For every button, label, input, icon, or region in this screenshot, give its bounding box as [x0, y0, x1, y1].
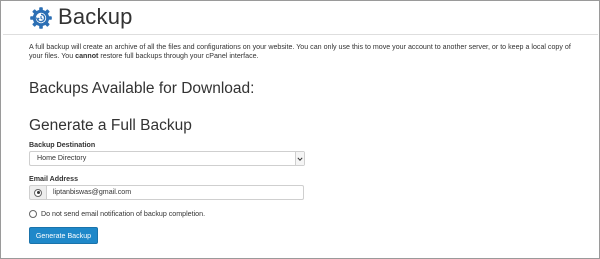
no-email-option[interactable]: Do not send email notification of backup…: [29, 210, 205, 218]
no-email-radio-button[interactable]: [29, 210, 37, 218]
description-line2-suffix: restore full backups through your cPanel…: [100, 52, 259, 60]
backups-available-heading: Backups Available for Download:: [29, 80, 255, 97]
description-emphasis: cannot: [75, 52, 99, 60]
page-description: A full backup will create an archive of …: [29, 43, 594, 61]
description-line1: A full backup will create an archive of …: [29, 43, 571, 51]
no-email-option-label: Do not send email notification of backup…: [41, 210, 206, 218]
backup-page: Backup A full backup will create an arch…: [0, 0, 600, 259]
email-radio-button[interactable]: [34, 188, 42, 197]
backup-destination-value: Home Directory: [37, 154, 87, 162]
email-radio-addon[interactable]: [29, 185, 47, 200]
page-header: Backup: [29, 2, 589, 32]
backup-gear-icon: [30, 6, 52, 29]
header-divider: [3, 34, 598, 35]
generate-backup-heading: Generate a Full Backup: [29, 117, 192, 134]
chevron-down-icon-glyph: [297, 156, 303, 161]
backup-destination-select[interactable]: Home Directory: [29, 151, 305, 166]
chevron-down-icon[interactable]: [295, 152, 304, 165]
backup-destination-label: Backup Destination: [29, 141, 96, 149]
generate-backup-button[interactable]: Generate Backup: [29, 227, 98, 244]
page-title: Backup: [58, 4, 133, 29]
main-content: Backup A full backup will create an arch…: [29, 1, 589, 244]
email-input-group: liptanbiswas@gmail.com: [29, 185, 304, 200]
email-address-label: Email Address: [29, 175, 79, 183]
description-line2-prefix: your files. You: [29, 52, 74, 60]
email-field[interactable]: liptanbiswas@gmail.com: [46, 185, 304, 200]
